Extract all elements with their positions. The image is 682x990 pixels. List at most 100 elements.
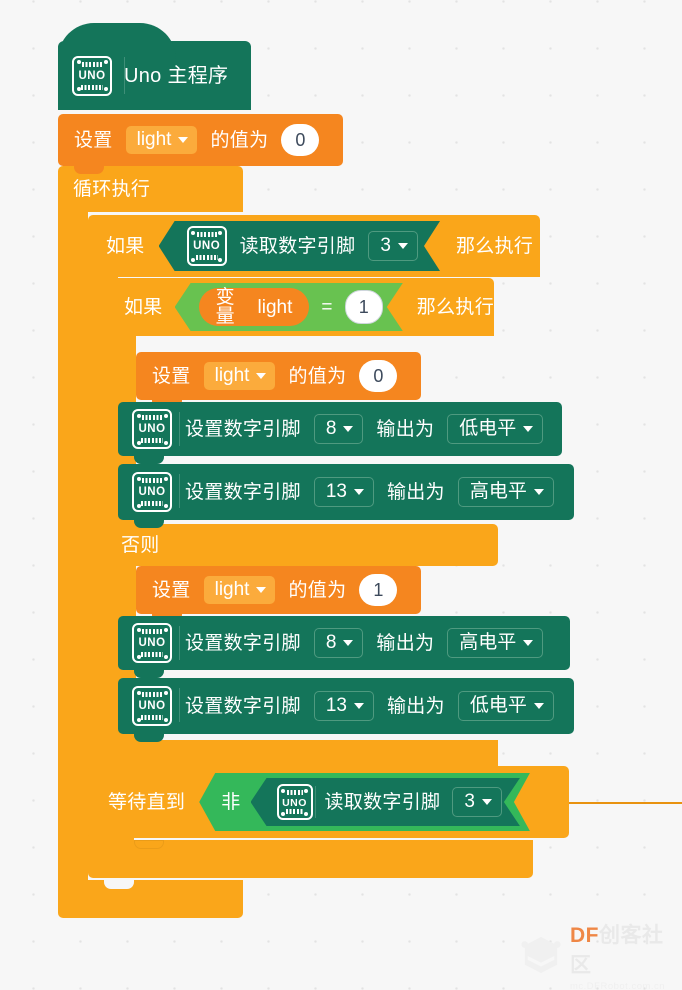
chevron-down-icon	[343, 639, 354, 646]
forever-inner-notch	[104, 880, 134, 889]
pin-value: 13	[325, 695, 347, 716]
if-inner-then-label: 那么执行	[416, 296, 494, 318]
write-mid-label: 输出为	[386, 695, 445, 717]
set-suffix-label: 的值为	[288, 579, 347, 601]
if-outer-then-label: 那么执行	[456, 235, 534, 257]
set-value-input[interactable]: 0	[359, 360, 398, 392]
chevron-down-icon	[398, 243, 408, 249]
set-suffix-label: 的值为	[210, 129, 269, 151]
level-dropdown[interactable]: 低电平	[457, 691, 554, 721]
block-divider	[179, 474, 180, 508]
chevron-down-icon	[533, 702, 544, 709]
variable-dropdown[interactable]: light	[203, 576, 276, 604]
write-mid-label: 输出为	[376, 418, 435, 440]
bottom-notch	[134, 733, 164, 742]
block-divider	[179, 412, 180, 446]
chevron-down-icon	[353, 702, 364, 709]
block-divider	[179, 688, 180, 722]
pin-header-bottom	[81, 84, 103, 90]
pin-value: 13	[325, 481, 347, 502]
uno-board-icon: UNO	[187, 226, 227, 266]
hat-dome	[58, 23, 176, 59]
pin-dropdown[interactable]: 8	[313, 628, 364, 658]
read-digital-pin-wait[interactable]: UNO 读取数字引脚 3	[251, 778, 520, 826]
chevron-down-icon	[256, 586, 267, 593]
set-value-input[interactable]: 0	[281, 124, 320, 156]
set-variable-block-top[interactable]: 设置 light 的值为 0	[58, 114, 343, 174]
logic-not-block[interactable]: 非 UNO 读取数字引脚 3	[199, 773, 530, 831]
variable-name: light	[214, 579, 250, 600]
pin-header-bottom	[196, 255, 218, 260]
compare-equals-block[interactable]: 变量 light = 1	[175, 283, 403, 331]
if-outer-inner-notch	[134, 840, 164, 849]
write-pin-label: 设置数字引脚	[185, 695, 301, 717]
if-inner-label: 如果	[124, 296, 163, 318]
digital-write-block-then-2[interactable]: UNO 设置数字引脚 13 输出为 高电平	[118, 464, 574, 528]
level-dropdown[interactable]: 高电平	[457, 477, 554, 507]
variable-dropdown[interactable]: light	[125, 126, 198, 154]
wait-until-label: 等待直到	[108, 791, 186, 813]
pin-header-top	[197, 232, 217, 237]
digital-write-block-else-2[interactable]: UNO 设置数字引脚 13 输出为 低电平	[118, 678, 574, 742]
forever-footer	[58, 880, 243, 918]
block-divider	[315, 786, 316, 818]
write-pin-label: 设置数字引脚	[185, 632, 301, 654]
set-suffix-label: 的值为	[288, 365, 347, 387]
if-inner-header[interactable]: 如果 变量 light = 1 那么执行	[106, 278, 494, 336]
set-prefix-label: 设置	[152, 579, 191, 601]
pin-value: 8	[325, 632, 337, 653]
digital-write-block-else-1[interactable]: UNO 设置数字引脚 8 输出为 高电平	[118, 616, 570, 678]
chevron-down-icon	[343, 425, 354, 432]
digital-write-block-then-1[interactable]: UNO 设置数字引脚 8 输出为 低电平	[118, 402, 562, 464]
bottom-notch	[134, 455, 164, 464]
forever-spine	[58, 206, 88, 886]
pin-dropdown[interactable]: 8	[313, 414, 364, 444]
read-digital-pin-outer[interactable]: UNO 读取数字引脚 3	[159, 221, 440, 271]
chevron-down-icon	[353, 488, 364, 495]
shield-logo-icon	[521, 936, 561, 974]
uno-board-icon: UNO	[132, 623, 172, 663]
pin-value: 8	[325, 418, 337, 439]
chevron-down-icon	[178, 136, 189, 143]
write-mid-label: 输出为	[376, 632, 435, 654]
chevron-down-icon	[533, 488, 544, 495]
compare-value-input[interactable]: 1	[345, 290, 383, 324]
variable-name-label: light	[257, 296, 293, 318]
if-outer-header[interactable]: 如果 UNO 读取数字引脚 3 那么执行	[88, 215, 540, 277]
uno-main-program-hat-block[interactable]: UNO Uno 主程序	[58, 23, 251, 110]
pin-dropdown[interactable]: 13	[313, 477, 374, 507]
read-pin-dropdown[interactable]: 3	[368, 231, 418, 261]
set-value-input[interactable]: 1	[359, 574, 398, 606]
bottom-notch	[134, 669, 164, 678]
write-pin-label: 设置数字引脚	[185, 418, 301, 440]
connector-trail-line	[560, 802, 682, 804]
read-pin-dropdown[interactable]: 3	[452, 787, 502, 817]
variable-light-pill[interactable]: 变量 light	[199, 288, 310, 326]
operator-label: =	[321, 296, 333, 318]
hat-title: Uno 主程序	[124, 64, 229, 87]
uno-board-icon: UNO	[132, 472, 172, 512]
if-outer-label: 如果	[106, 235, 145, 257]
forever-label: 循环执行	[73, 178, 151, 200]
uno-board-icon: UNO	[132, 686, 172, 726]
watermark-brand-df: DF	[570, 923, 599, 947]
set-variable-block-else[interactable]: 设置 light 的值为 1	[136, 566, 421, 622]
variable-name: light	[136, 129, 172, 150]
chevron-down-icon	[482, 799, 492, 805]
chevron-down-icon	[523, 425, 534, 432]
chevron-down-icon	[256, 372, 267, 379]
read-pin-label: 读取数字引脚	[239, 235, 356, 257]
level-dropdown[interactable]: 低电平	[447, 414, 544, 444]
block-divider	[179, 626, 180, 660]
pin-dropdown[interactable]: 13	[313, 691, 374, 721]
read-pin-value: 3	[380, 235, 391, 256]
chevron-down-icon	[523, 639, 534, 646]
watermark-url: mc.DFRobot.com.cn	[570, 980, 666, 990]
level-dropdown[interactable]: 高电平	[447, 628, 544, 658]
variable-dropdown[interactable]: light	[203, 362, 276, 390]
wait-until-block[interactable]: 等待直到 非 UNO 读取数字引脚 3	[88, 766, 569, 846]
set-variable-block-then[interactable]: 设置 light 的值为 0	[136, 352, 421, 408]
else-label: 否则	[121, 534, 160, 556]
variable-name: light	[214, 365, 250, 386]
not-label: 非	[221, 791, 241, 813]
